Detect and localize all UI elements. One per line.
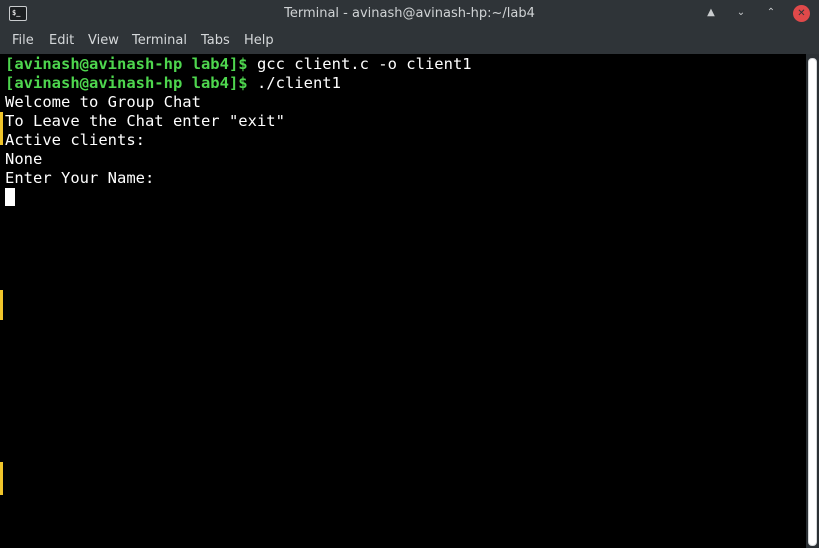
keep-above-button[interactable]: ▲ (702, 4, 720, 22)
text-cursor (5, 188, 15, 206)
menu-terminal[interactable]: Terminal (132, 27, 187, 54)
menu-file[interactable]: File (12, 27, 34, 54)
terminal-line-4: To Leave the Chat enter "exit" (5, 112, 285, 130)
menu-edit[interactable]: Edit (49, 27, 74, 54)
scrollbar-thumb[interactable] (808, 58, 817, 546)
edge-marker (0, 112, 3, 145)
minimize-button[interactable]: ⌄ (732, 4, 750, 22)
terminal-output[interactable]: [avinash@avinash-hp lab4]$ gcc client.c … (0, 54, 806, 548)
shell-prompt: [avinash@avinash-hp lab4]$ (5, 55, 248, 73)
edge-marker (0, 290, 3, 320)
menu-tabs[interactable]: Tabs (201, 27, 230, 54)
terminal-line-7: Enter Your Name: (5, 169, 155, 187)
window-title: Terminal - avinash@avinash-hp:~/lab4 (284, 6, 535, 21)
command-text: ./client1 (247, 74, 341, 92)
title-bar[interactable]: $_ Terminal - avinash@avinash-hp:~/lab4 … (0, 0, 819, 27)
terminal-line-3: Welcome to Group Chat (5, 93, 201, 111)
close-button[interactable]: ✕ (793, 5, 810, 22)
maximize-button[interactable]: ⌃ (762, 4, 780, 22)
terminal-line-1: [avinash@avinash-hp lab4]$ gcc client.c … (5, 55, 472, 74)
menu-help[interactable]: Help (244, 27, 274, 54)
terminal-line-6: None (5, 150, 43, 168)
menu-view[interactable]: View (88, 27, 119, 54)
shell-prompt: [avinash@avinash-hp lab4]$ (5, 74, 248, 92)
terminal-line-2: [avinash@avinash-hp lab4]$ ./client1 (5, 74, 341, 93)
terminal-line-5: Active clients: (5, 131, 145, 149)
menu-bar: File Edit View Terminal Tabs Help (0, 27, 819, 54)
command-text: gcc client.c -o client1 (247, 55, 472, 73)
edge-marker (0, 462, 3, 495)
